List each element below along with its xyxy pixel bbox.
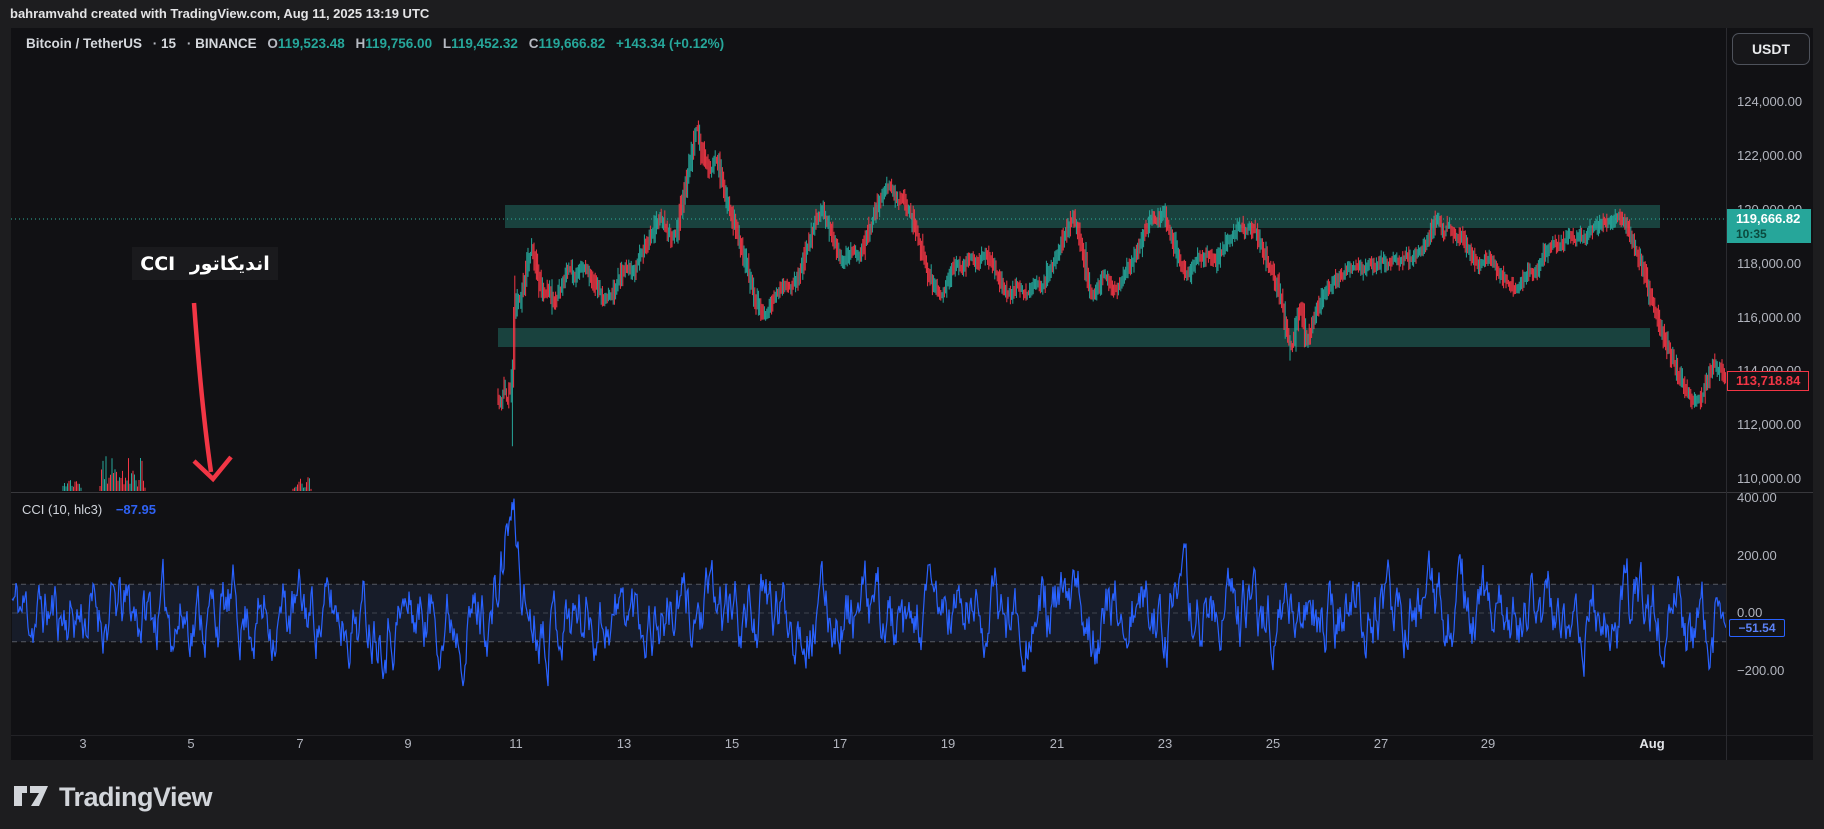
axis-tick-label: 200.00 xyxy=(1737,547,1777,565)
axis-tick-label: 118,000.00 xyxy=(1737,255,1801,273)
time-axis-label: 23 xyxy=(1158,735,1172,753)
high-value: 119,756.00 xyxy=(365,36,432,51)
chart-widget: Bitcoin / TetherUS · 15 · BINANCE O119,5… xyxy=(11,28,1813,760)
time-axis-label: Aug xyxy=(1639,735,1664,753)
change-value: +143.34 (+0.12%) xyxy=(616,36,724,51)
high-letter: H xyxy=(356,36,366,51)
axis-tick-label: 116,000.00 xyxy=(1737,309,1801,327)
axis-tick-label: 124,000.00 xyxy=(1737,93,1802,111)
attribution-text: bahramvahd created with TradingView.com,… xyxy=(10,0,429,28)
axis-tick-label: 122,000.00 xyxy=(1737,147,1802,165)
time-axis-label: 27 xyxy=(1374,735,1388,753)
time-axis-label: 21 xyxy=(1050,735,1064,753)
time-axis-label: 9 xyxy=(404,735,411,753)
bar-countdown: 10:35 xyxy=(1736,227,1811,241)
current-price-label: 119,666.82 10:35 xyxy=(1727,209,1811,243)
legend-separator: · xyxy=(153,36,158,51)
current-price-value: 119,666.82 xyxy=(1736,210,1811,227)
partial-candles-down xyxy=(69,458,311,491)
cci-legend-value: −87.95 xyxy=(116,502,156,517)
attribution-bar: bahramvahd created with TradingView.com,… xyxy=(0,0,1824,28)
axis-tick-label: 112,000.00 xyxy=(1737,416,1801,434)
time-axis-label: 11 xyxy=(509,735,523,753)
time-axis-label: 5 xyxy=(187,735,194,753)
panel-separator[interactable] xyxy=(11,492,1813,493)
tradingview-logo-icon xyxy=(13,785,49,811)
footer-bar: TradingView xyxy=(0,760,1824,829)
low-value: 119,452.32 xyxy=(451,36,518,51)
open-letter: O xyxy=(267,36,278,51)
time-axis-separator xyxy=(11,735,1813,736)
partial-candles-up xyxy=(63,456,310,491)
cci-value-label: −51.54 xyxy=(1729,619,1785,637)
supply-demand-zone[interactable] xyxy=(498,328,1650,347)
cci-legend-title[interactable]: CCI (10, hlc3) xyxy=(22,502,102,517)
tradingview-logo[interactable]: TradingView xyxy=(13,782,212,813)
last-price-label: 113,718.84 xyxy=(1727,371,1809,391)
axis-tick-label: −200.00 xyxy=(1737,662,1784,680)
open-value: 119,523.48 xyxy=(278,36,345,51)
symbol-title[interactable]: Bitcoin / TetherUS xyxy=(26,36,142,51)
time-axis-label: 15 xyxy=(725,735,739,753)
cci-indicator-legend[interactable]: CCI (10, hlc3) −87.95 xyxy=(22,502,156,517)
time-axis-label: 17 xyxy=(833,735,847,753)
axis-tick-label: 110,000.00 xyxy=(1737,470,1801,488)
interval-value[interactable]: 15 xyxy=(161,36,176,51)
low-letter: L xyxy=(443,36,451,51)
close-value: 119,666.82 xyxy=(538,36,605,51)
candles-down xyxy=(498,121,1726,411)
axis-tick-label: 400.00 xyxy=(1737,489,1777,507)
tradingview-snapshot: bahramvahd created with TradingView.com,… xyxy=(0,0,1824,829)
legend-separator: · xyxy=(187,36,192,51)
currency-toggle-button[interactable]: USDT xyxy=(1732,33,1810,65)
time-axis-label: 7 xyxy=(296,735,303,753)
tradingview-logo-text: TradingView xyxy=(59,782,212,813)
text-annotation[interactable]: اندیکاتور CCI xyxy=(132,247,278,280)
symbol-legend[interactable]: Bitcoin / TetherUS · 15 · BINANCE O119,5… xyxy=(26,36,724,51)
time-axis-label: 3 xyxy=(79,735,86,753)
time-axis-label: 29 xyxy=(1481,735,1495,753)
time-axis-label: 13 xyxy=(617,735,631,753)
exchange-name: BINANCE xyxy=(195,36,257,51)
time-axis-label: 25 xyxy=(1266,735,1280,753)
arrow-annotation[interactable] xyxy=(194,303,211,472)
price-axis-separator[interactable] xyxy=(1726,28,1727,760)
close-letter: C xyxy=(529,36,539,51)
price-chart-canvas[interactable] xyxy=(11,28,1726,760)
time-axis-label: 19 xyxy=(941,735,955,753)
